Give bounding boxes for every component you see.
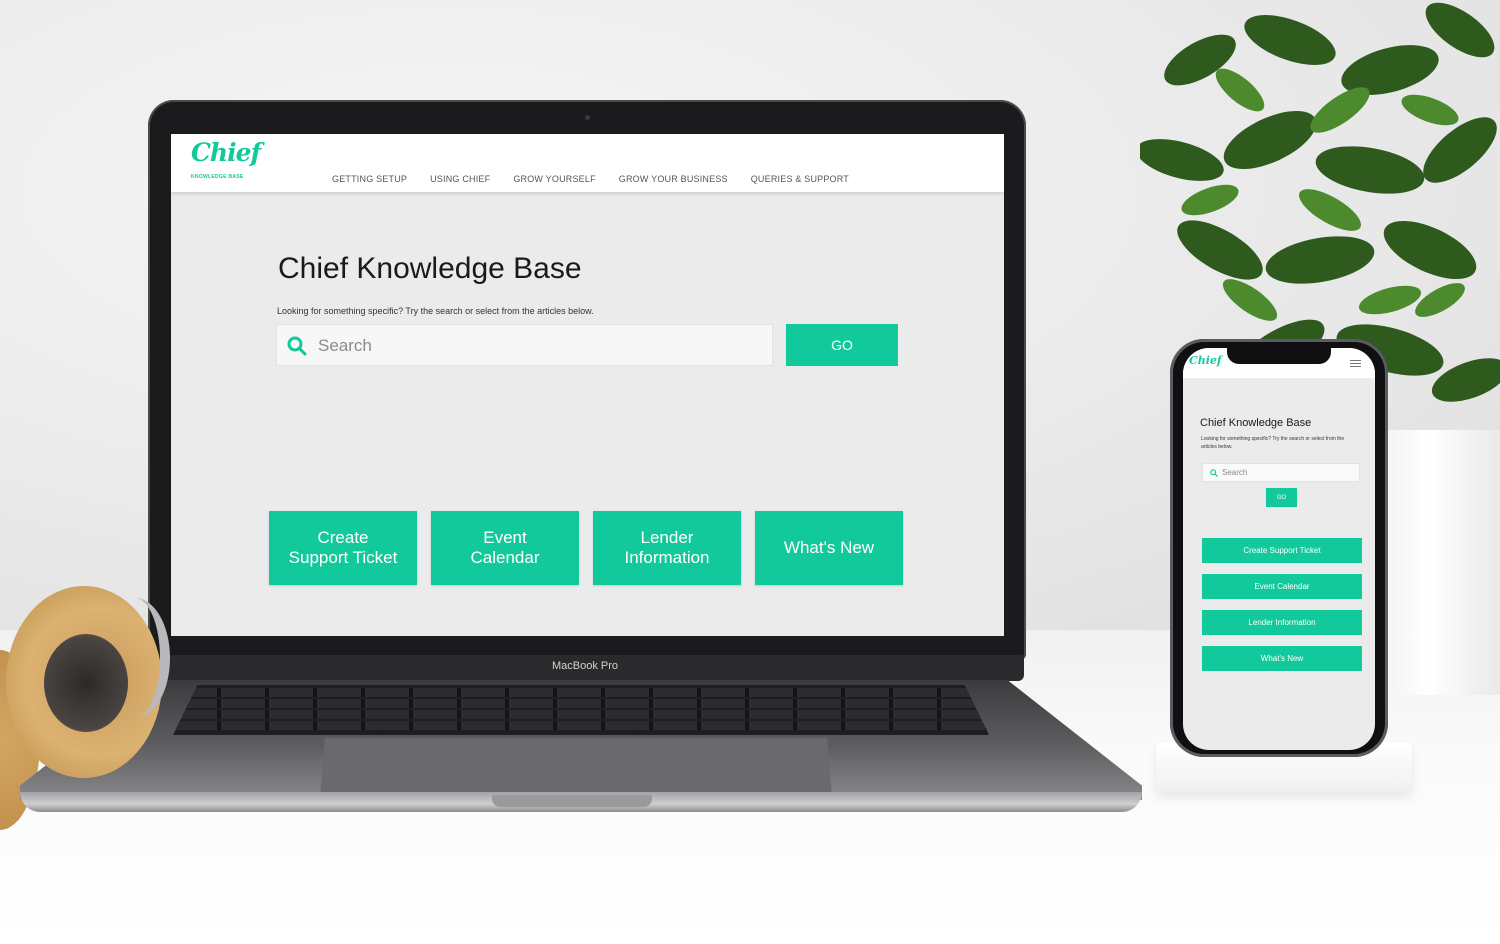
phone-screen: Chief Chief Knowledge Base Looking for s… <box>1183 348 1375 750</box>
event-calendar-button[interactable]: Event Calendar <box>431 511 579 585</box>
hamburger-menu-icon[interactable] <box>1350 360 1361 369</box>
phone-event-calendar-button[interactable]: Event Calendar <box>1202 574 1362 599</box>
nav-queries-support[interactable]: QUERIES & SUPPORT <box>751 174 849 184</box>
whats-new-button[interactable]: What's New <box>755 511 903 585</box>
laptop-screen: Chief KNOWLEDGE BASE GETTING SETUP USING… <box>171 134 1004 636</box>
phone-search-placeholder: Search <box>1222 468 1248 477</box>
camera-icon <box>585 115 590 120</box>
search-input[interactable]: Search <box>276 324 773 366</box>
go-button[interactable]: GO <box>786 324 898 366</box>
plant-pot <box>1380 430 1500 695</box>
laptop-lid-notch <box>492 795 652 807</box>
laptop-brand-label: MacBook Pro <box>551 660 619 672</box>
nav-using-chief[interactable]: USING CHIEF <box>430 174 490 184</box>
headphone-band <box>100 598 170 718</box>
lender-information-button[interactable]: Lender Information <box>593 511 741 585</box>
phone-create-support-ticket-button[interactable]: Create Support Ticket <box>1202 538 1362 563</box>
phone-whats-new-button[interactable]: What's New <box>1202 646 1362 671</box>
logo-subtitle: KNOWLEDGE BASE <box>191 174 244 180</box>
phone-search-input[interactable]: Search <box>1202 463 1360 482</box>
nav-grow-yourself[interactable]: GROW YOURSELF <box>513 174 595 184</box>
phone-page-subtitle: Looking for something specific? Try the … <box>1201 436 1345 450</box>
phone-notch <box>1227 348 1331 364</box>
create-support-ticket-button[interactable]: Create Support Ticket <box>269 511 417 585</box>
logo[interactable]: Chief <box>191 138 261 167</box>
phone-logo[interactable]: Chief <box>1189 354 1222 367</box>
page-title: Chief Knowledge Base <box>278 252 582 285</box>
phone-go-button[interactable]: GO <box>1266 488 1297 507</box>
phone-page-title: Chief Knowledge Base <box>1200 417 1312 429</box>
main-nav: GETTING SETUP USING CHIEF GROW YOURSELF … <box>332 174 872 184</box>
search-icon <box>1210 469 1218 477</box>
page-subtitle: Looking for something specific? Try the … <box>277 306 594 316</box>
nav-getting-setup[interactable]: GETTING SETUP <box>332 174 407 184</box>
search-placeholder: Search <box>318 336 372 355</box>
search-icon <box>287 336 307 356</box>
keyboard <box>173 685 989 735</box>
nav-grow-your-business[interactable]: GROW YOUR BUSINESS <box>619 174 728 184</box>
site-header: Chief KNOWLEDGE BASE GETTING SETUP USING… <box>171 134 1004 192</box>
phone-lender-information-button[interactable]: Lender Information <box>1202 610 1362 635</box>
trackpad <box>320 738 832 796</box>
